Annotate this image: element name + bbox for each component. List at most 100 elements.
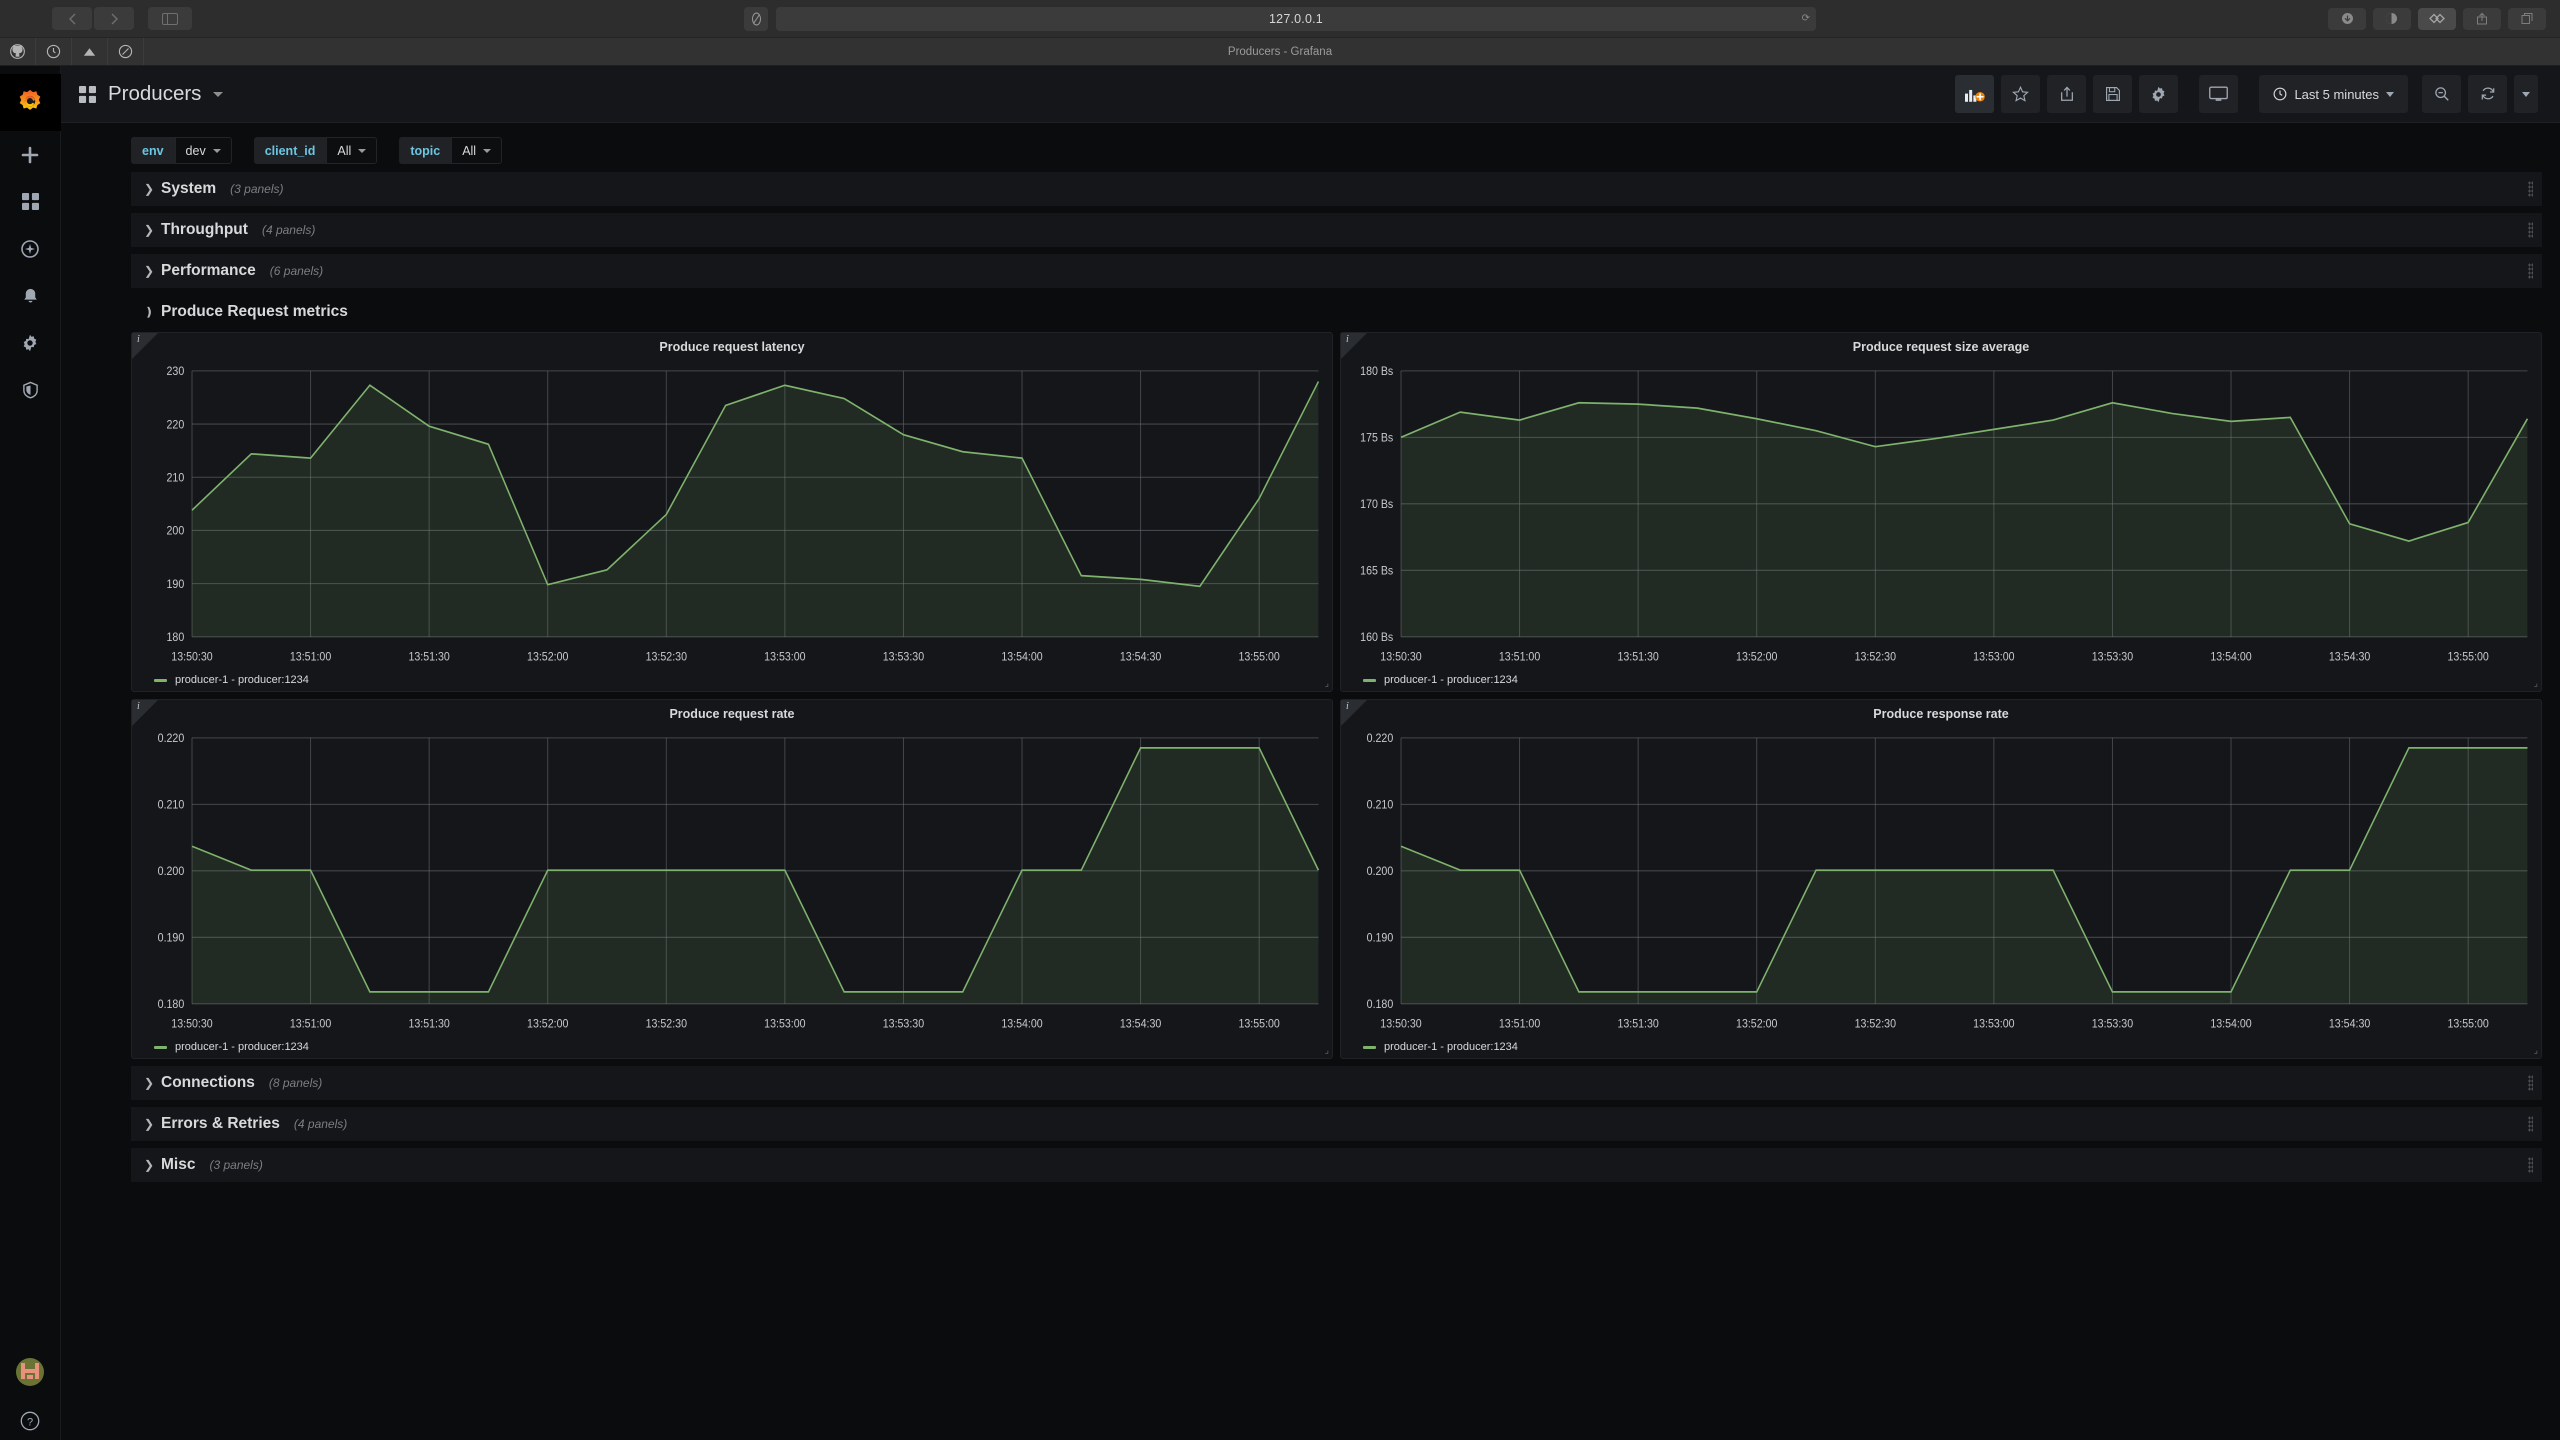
time-range-picker[interactable]: Last 5 minutes — [2259, 75, 2408, 113]
variable-value[interactable]: All — [451, 137, 503, 164]
legend-label[interactable]: producer-1 - producer:1234 — [1384, 674, 1518, 686]
sidebar-item-dashboards[interactable] — [0, 178, 61, 225]
row-drag-handle[interactable] — [2528, 263, 2533, 279]
refresh-interval-dropdown[interactable] — [2514, 75, 2538, 113]
row-drag-handle[interactable] — [2528, 1075, 2533, 1091]
legend-label[interactable]: producer-1 - producer:1234 — [1384, 1041, 1518, 1053]
compass-icon[interactable] — [108, 38, 144, 65]
refresh-icon — [2481, 87, 2494, 100]
svg-text:0.220: 0.220 — [158, 733, 185, 746]
sidebar-item-server-admin[interactable] — [0, 366, 61, 413]
svg-text:13:50:30: 13:50:30 — [171, 651, 212, 664]
sidebar-toggle-button[interactable] — [148, 7, 192, 30]
row-drag-handle[interactable] — [2528, 181, 2533, 197]
save-dashboard-button[interactable] — [2093, 75, 2133, 113]
template-variables-bar: env dev client_id All topic All — [61, 123, 2560, 172]
row-panel-count: (4 panels) — [261, 223, 316, 237]
share-dashboard-button[interactable] — [2047, 75, 2087, 113]
legend-label[interactable]: producer-1 - producer:1234 — [175, 674, 309, 686]
svg-text:13:54:00: 13:54:00 — [1001, 1018, 1042, 1031]
browser-tab-title[interactable]: Producers - Grafana — [1228, 46, 1332, 58]
add-panel-button[interactable] — [1955, 75, 1995, 113]
panel-info-corner — [132, 700, 158, 726]
variable-label: topic — [399, 137, 452, 164]
panel-produce-request-latency[interactable]: i Produce request latency 180 190 200 210 22… — [131, 332, 1333, 692]
info-icon[interactable]: i — [1346, 701, 1349, 712]
panel-resize-handle[interactable]: ⌟ — [2534, 678, 2538, 689]
row-drag-handle[interactable] — [2528, 1116, 2533, 1132]
dashboard-settings-button[interactable] — [2139, 75, 2179, 113]
user-avatar[interactable] — [16, 1358, 44, 1386]
row-header-connections[interactable]: ❯ Connections (8 panels) — [131, 1066, 2542, 1100]
row-header-misc[interactable]: ❯ Misc (3 panels) — [131, 1148, 2542, 1182]
info-icon[interactable]: i — [137, 701, 140, 712]
panel-resize-handle[interactable]: ⌟ — [1325, 1045, 1329, 1056]
row-header-produce-request-metrics[interactable]: ❫ Produce Request metrics — [131, 295, 2542, 329]
panel-produce-request-size-average[interactable]: i Produce request size average 160 Bs 165… — [1340, 332, 2542, 692]
browser-toolbar-right — [2328, 7, 2546, 30]
back-button[interactable] — [52, 7, 92, 30]
svg-text:180 Bs: 180 Bs — [1360, 366, 1393, 379]
info-icon[interactable]: i — [137, 334, 140, 345]
row-drag-handle[interactable] — [2528, 1157, 2533, 1173]
chevron-down-icon[interactable] — [213, 91, 224, 97]
zoom-out-time-button[interactable] — [2422, 75, 2461, 113]
url-bar[interactable]: 127.0.0.1 ⟳ — [776, 6, 1816, 31]
svg-text:13:54:00: 13:54:00 — [1001, 651, 1042, 664]
svg-text:?: ? — [27, 1416, 33, 1428]
variable-topic[interactable]: topic All — [399, 137, 503, 164]
reload-icon[interactable]: ⟳ — [1802, 13, 1810, 24]
github-icon[interactable] — [0, 38, 36, 65]
row-header-system[interactable]: ❯ System (3 panels) — [131, 172, 2542, 206]
svg-text:200: 200 — [167, 525, 185, 538]
row-header-performance[interactable]: ❯ Performance (6 panels) — [131, 254, 2542, 288]
sidebar-item-create[interactable] — [0, 131, 61, 178]
dark-mode-icon[interactable] — [2373, 7, 2411, 30]
svg-text:13:53:30: 13:53:30 — [2092, 651, 2133, 664]
star-icon — [2012, 85, 2030, 102]
svg-text:210: 210 — [167, 472, 185, 485]
mark-favorite-button[interactable] — [2001, 75, 2041, 113]
svg-text:13:53:00: 13:53:00 — [764, 651, 805, 664]
browser-titlebar: 127.0.0.1 ⟳ — [0, 0, 2560, 38]
sidebar-item-explore[interactable] — [0, 225, 61, 272]
clock-icon[interactable] — [36, 38, 72, 65]
panel-resize-handle[interactable]: ⌟ — [2534, 1045, 2538, 1056]
triangle-icon[interactable] — [72, 38, 108, 65]
cycle-view-mode-button[interactable] — [2199, 75, 2239, 113]
sidebar-item-help[interactable]: ? — [0, 1402, 61, 1440]
extension-icon[interactable] — [2418, 7, 2456, 30]
download-icon[interactable] — [2328, 7, 2366, 30]
legend-color-swatch — [154, 678, 167, 682]
browser-url-area: 127.0.0.1 ⟳ — [744, 6, 1816, 31]
variable-value-text: dev — [185, 143, 206, 158]
row-header-throughput[interactable]: ❯ Throughput (4 panels) — [131, 213, 2542, 247]
legend-label[interactable]: producer-1 - producer:1234 — [175, 1041, 309, 1053]
shield-icon[interactable] — [744, 6, 768, 31]
variable-client-id[interactable]: client_id All — [253, 137, 378, 164]
share-icon[interactable] — [2463, 7, 2501, 30]
svg-text:13:51:30: 13:51:30 — [408, 1018, 449, 1031]
row-drag-handle[interactable] — [2528, 222, 2533, 238]
panel-produce-request-rate[interactable]: i Produce request rate 0.180 0.190 0.200 0.… — [131, 699, 1333, 1059]
row-header-errors-retries[interactable]: ❯ Errors & Retries (4 panels) — [131, 1107, 2542, 1141]
legend-color-swatch — [154, 1045, 167, 1049]
variable-value[interactable]: All — [326, 137, 378, 164]
variable-value-text: All — [462, 143, 477, 158]
tabs-icon[interactable] — [2508, 7, 2546, 30]
sidebar-item-alerting[interactable] — [0, 272, 61, 319]
forward-button[interactable] — [94, 7, 134, 30]
panel-produce-response-rate[interactable]: i Produce response rate 0.180 0.190 0.200 0… — [1340, 699, 2542, 1059]
grafana-logo-icon[interactable] — [0, 74, 61, 131]
dashboard-title-group[interactable]: Producers — [79, 82, 224, 106]
dashboard-navbar: Producers Last 5 minutes — [61, 66, 2560, 123]
variable-value[interactable]: dev — [174, 137, 232, 164]
refresh-dashboard-button[interactable] — [2468, 75, 2507, 113]
info-icon[interactable]: i — [1346, 334, 1349, 345]
sidebar-item-configuration[interactable] — [0, 319, 61, 366]
variable-env[interactable]: env dev — [131, 137, 232, 164]
panel-resize-handle[interactable]: ⌟ — [1325, 678, 1329, 689]
svg-text:175 Bs: 175 Bs — [1360, 432, 1393, 445]
page-title: Producers — [108, 82, 202, 105]
svg-text:13:51:30: 13:51:30 — [1617, 1018, 1658, 1031]
